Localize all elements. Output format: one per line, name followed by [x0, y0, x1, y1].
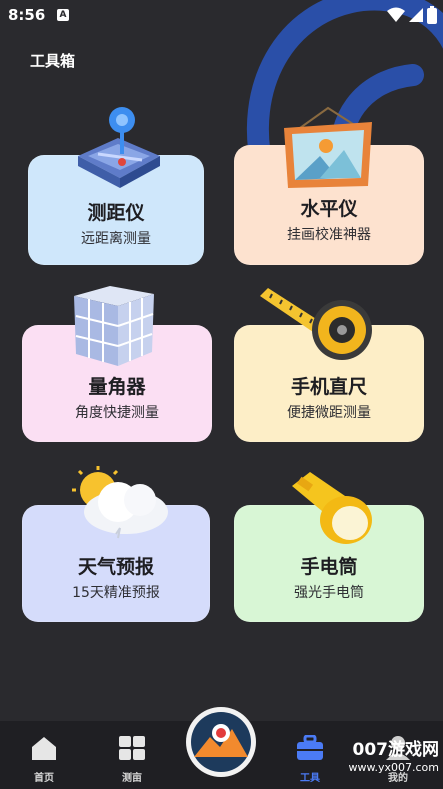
card-subtitle: 角度快捷测量: [75, 405, 159, 421]
nav-item-home[interactable]: 首页: [14, 735, 74, 784]
nav-label: 首页: [34, 773, 54, 784]
picture-frame-icon: [284, 106, 372, 188]
card-subtitle: 强光手电筒: [294, 585, 364, 601]
map-pin-icon: [78, 107, 160, 188]
nav-item-measure[interactable]: 测亩: [102, 735, 162, 784]
card-title: 测距仪: [87, 202, 145, 224]
weather-cloud-icon: [72, 466, 168, 539]
toolbox-icon: [297, 734, 323, 760]
nav-label: 测亩: [122, 773, 142, 784]
center-action-button[interactable]: [186, 707, 256, 777]
status-bar: 8:56 A: [0, 0, 443, 32]
nav-label: 工具: [300, 773, 320, 784]
wifi-icon: [387, 7, 405, 22]
card-title: 手机直尺: [290, 376, 367, 398]
flashlight-icon: [292, 472, 372, 544]
nav-item-tools[interactable]: 工具: [280, 734, 340, 784]
card-title: 量角器: [88, 376, 146, 398]
signal-icon: [409, 8, 423, 22]
notification-a-icon: A: [57, 9, 69, 21]
card-subtitle: 远距离测量: [81, 231, 151, 247]
page-title: 工具箱: [30, 52, 76, 70]
card-subtitle: 便捷微距测量: [287, 405, 371, 421]
tape-measure-icon: [260, 288, 372, 360]
card-subtitle: 挂画校准神器: [287, 227, 371, 243]
battery-icon: [427, 6, 437, 24]
grid-icon: [119, 736, 145, 760]
watermark-name: 007游戏网: [352, 740, 440, 760]
card-subtitle: 15天精准预报: [72, 585, 160, 601]
card-title: 水平仪: [300, 198, 358, 220]
mountain-target-icon: [191, 712, 251, 772]
card-title: 手电筒: [300, 556, 358, 578]
cube-icon: [74, 286, 154, 366]
card-title: 天气预报: [77, 556, 154, 578]
home-icon: [32, 737, 56, 760]
watermark-url: www.yx007.com: [348, 761, 439, 774]
status-time: 8:56: [8, 6, 46, 24]
watermark: 007游戏网 www.yx007.com: [349, 741, 439, 777]
